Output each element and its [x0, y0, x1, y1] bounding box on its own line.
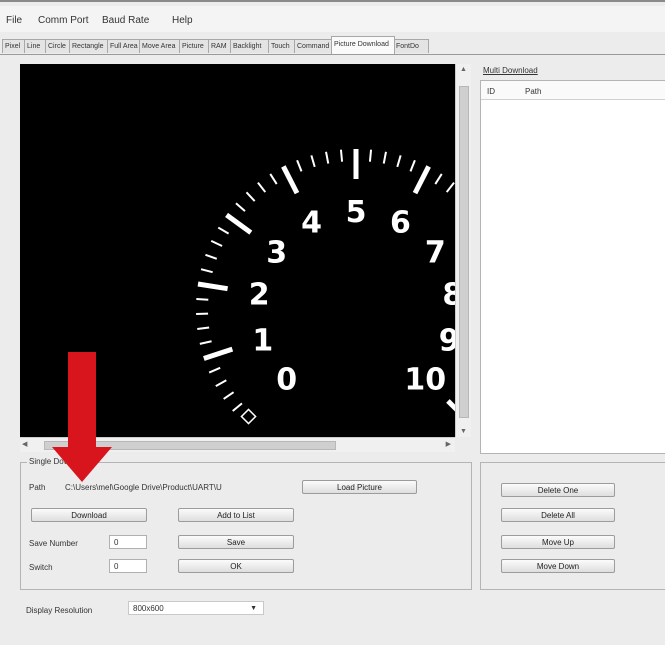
vertical-scroll-thumb[interactable] — [459, 86, 469, 418]
tab-picture[interactable]: Picture — [179, 39, 210, 53]
menu-bar: File Comm Port Baud Rate Help — [0, 6, 665, 32]
gauge-minor-tick — [245, 191, 256, 202]
gauge-major-tick — [446, 399, 455, 412]
tab-strip: Pixel Line Circle Rectangle Full Area Mo… — [0, 36, 665, 55]
gauge-major-tick — [197, 281, 228, 292]
gauge-number: 5 — [346, 195, 367, 230]
tab-move-area[interactable]: Move Area — [139, 39, 181, 53]
column-path[interactable]: Path — [525, 87, 541, 96]
display-resolution-label: Display Resolution — [26, 606, 93, 615]
gauge-minor-tick — [208, 366, 221, 374]
menu-file[interactable]: File — [6, 15, 22, 26]
gauge-major-tick — [203, 346, 234, 361]
path-value: C:\Users\mel\Google Drive\Product\UART\U — [65, 483, 222, 492]
window-top-border — [0, 0, 665, 2]
tab-backlight[interactable]: Backlight — [230, 39, 270, 53]
gauge-minor-tick — [205, 253, 218, 260]
tab-pixel[interactable]: Pixel — [2, 39, 26, 53]
save-number-label: Save Number — [29, 539, 78, 548]
gauge-minor-tick — [199, 340, 212, 345]
gauge-minor-tick — [396, 155, 402, 168]
menu-comm-port[interactable]: Comm Port — [38, 15, 89, 26]
gauge-minor-tick — [339, 149, 344, 162]
gauge-minor-tick — [232, 402, 243, 412]
multi-download-title: Multi Download — [483, 66, 538, 75]
gauge-number: 4 — [301, 206, 322, 241]
download-list-header: ID Path — [481, 81, 665, 100]
tab-full-area[interactable]: Full Area — [107, 39, 141, 53]
path-label: Path — [29, 483, 46, 492]
save-button[interactable]: Save — [178, 535, 294, 549]
save-number-input[interactable]: 0 — [109, 535, 147, 549]
gauge-major-tick — [412, 165, 431, 195]
gauge-number: 1 — [252, 323, 273, 358]
add-to-list-button[interactable]: Add to List — [178, 508, 294, 522]
tab-ram[interactable]: RAM — [208, 39, 232, 53]
gauge-minor-tick — [223, 391, 235, 400]
tab-command[interactable]: Command — [294, 39, 334, 53]
gauge-minor-tick — [445, 181, 455, 193]
gauge-number: 0 — [276, 362, 297, 397]
gauge-numbers: 01 2 34 5 67 8 9 10 — [249, 195, 455, 397]
gauge-major-tick — [281, 165, 300, 195]
download-list[interactable]: ID Path — [480, 80, 665, 454]
download-button[interactable]: Download — [31, 508, 147, 522]
gauge-minor-tick — [382, 151, 387, 164]
delete-one-button[interactable]: Delete One — [501, 483, 615, 497]
scroll-up-icon[interactable]: ▲ — [460, 66, 467, 73]
gauge-minor-tick — [409, 159, 416, 172]
column-id[interactable]: ID — [487, 87, 495, 96]
gauge-minor-tick — [325, 151, 330, 164]
tab-touch[interactable]: Touch — [268, 39, 296, 53]
gauge-minor-tick — [197, 326, 210, 331]
gauge-minor-tick — [269, 173, 278, 185]
multi-download-buttons-group: Delete One Delete All Move Up Move Down — [480, 462, 665, 590]
gauge-start-marker — [240, 408, 257, 425]
tab-line[interactable]: Line — [24, 39, 47, 53]
gauge-number: 2 — [249, 278, 270, 313]
gauge-minor-tick — [434, 173, 443, 185]
gauge-minor-tick — [310, 155, 316, 168]
gauge-number: 9 — [439, 323, 455, 358]
gauge-major-tick — [225, 212, 253, 235]
tab-rectangle[interactable]: Rectangle — [69, 39, 109, 53]
delete-all-button[interactable]: Delete All — [501, 508, 615, 522]
switch-label: Switch — [29, 563, 53, 572]
gauge-number: 6 — [390, 206, 411, 241]
preview-vertical-scrollbar[interactable]: ▲ ▼ — [455, 64, 471, 437]
tab-circle[interactable]: Circle — [45, 39, 71, 53]
gauge-number: 7 — [425, 235, 446, 270]
gauge-minor-tick — [235, 202, 246, 212]
display-resolution-value: 800x600 — [133, 604, 164, 613]
display-resolution-select[interactable]: 800x600 ▼ — [128, 601, 264, 615]
move-down-button[interactable]: Move Down — [501, 559, 615, 573]
ok-button[interactable]: OK — [178, 559, 294, 573]
gauge-minor-tick — [210, 239, 223, 247]
tab-font-download[interactable]: FontDo — [393, 39, 429, 53]
scroll-right-icon[interactable]: ▶ — [446, 440, 451, 448]
gauge-minor-tick — [296, 159, 303, 172]
menu-baud-rate[interactable]: Baud Rate — [102, 15, 149, 26]
gauge-minor-tick — [257, 181, 267, 193]
scroll-left-icon[interactable]: ◀ — [22, 440, 27, 448]
gauge-minor-tick — [217, 226, 230, 235]
gauge-number: 10 — [404, 362, 446, 397]
gauge-number: 8 — [442, 278, 455, 313]
dropdown-arrow-icon[interactable]: ▼ — [250, 602, 257, 616]
move-up-button[interactable]: Move Up — [501, 535, 615, 549]
load-picture-button[interactable]: Load Picture — [302, 480, 417, 494]
gauge-minor-tick — [200, 268, 213, 274]
switch-input[interactable]: 0 — [109, 559, 147, 573]
gauge-minor-tick — [196, 297, 209, 301]
annotation-arrow-icon — [52, 352, 112, 482]
scroll-down-icon[interactable]: ▼ — [460, 428, 467, 435]
gauge-number: 3 — [266, 235, 287, 270]
menu-help[interactable]: Help — [172, 15, 193, 26]
gauge-minor-tick — [215, 379, 227, 387]
tab-picture-download[interactable]: Picture Download — [331, 36, 395, 54]
gauge-minor-tick — [368, 149, 373, 162]
